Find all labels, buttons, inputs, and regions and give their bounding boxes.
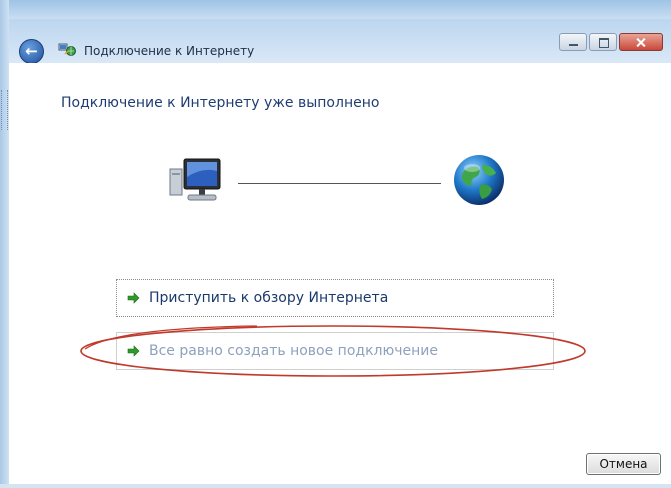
browse-internet-link[interactable]: Приступить к обзору Интернета (116, 279, 554, 317)
page-title: Подключение к Интернету уже выполнено (61, 95, 380, 111)
back-arrow-icon: ← (25, 42, 38, 60)
green-arrow-icon (126, 291, 140, 305)
window-frame-left (0, 0, 9, 488)
globe-icon (454, 155, 504, 205)
connection-line (238, 183, 441, 184)
maximize-icon[interactable] (589, 33, 617, 51)
content-panel (9, 63, 671, 488)
create-new-connection-label: Все равно создать новое подключение (149, 343, 439, 359)
back-button[interactable]: ← (19, 39, 44, 64)
green-arrow-icon (126, 344, 140, 358)
computer-icon (169, 158, 221, 201)
browse-internet-label: Приступить к обзору Интернета (149, 290, 389, 306)
close-icon[interactable] (619, 33, 663, 51)
cancel-button[interactable]: Отмена (586, 453, 661, 475)
window-frame-bottom (0, 484, 671, 488)
minimize-icon[interactable] (559, 33, 587, 51)
network-icon (58, 43, 76, 56)
window-frame-top (0, 0, 671, 19)
create-new-connection-link[interactable]: Все равно создать новое подключение (116, 332, 554, 370)
resize-grip[interactable] (1, 90, 8, 130)
window-title: Подключение к Интернету (84, 44, 255, 58)
window-controls (559, 33, 663, 51)
